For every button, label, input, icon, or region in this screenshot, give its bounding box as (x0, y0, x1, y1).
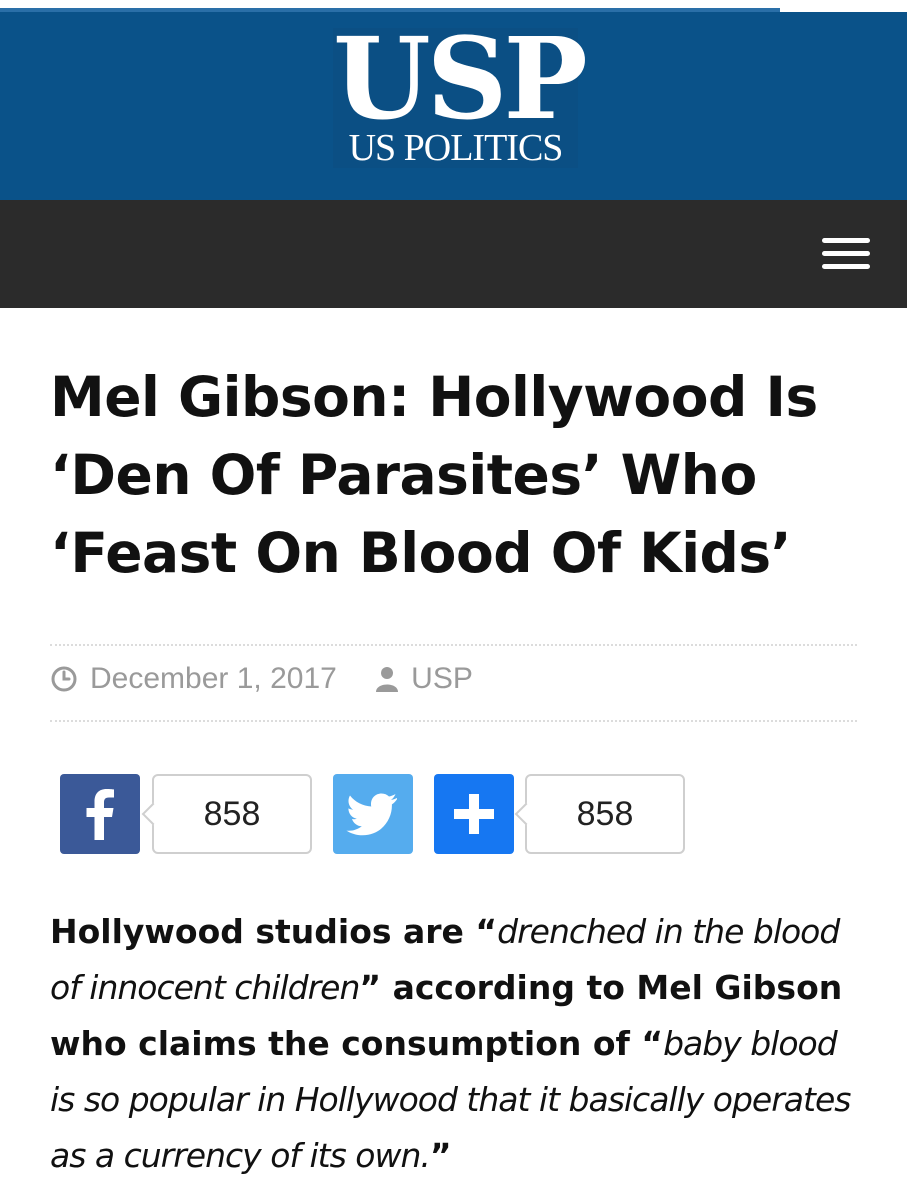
article-date: December 1, 2017 (50, 662, 337, 696)
clock-icon (51, 666, 77, 692)
lead-text-3: ” (429, 1136, 452, 1175)
site-logo[interactable]: USP US POLITICS (333, 20, 588, 169)
lead-text-1: Hollywood studios are “ (50, 912, 498, 951)
article-lead-paragraph: Hollywood studios are “drenched in the b… (50, 904, 870, 1184)
logo-us-politics-text: US POLITICS (348, 127, 564, 169)
meta-divider-bottom (50, 720, 857, 722)
hamburger-menu-icon[interactable] (822, 238, 870, 270)
user-icon (376, 667, 399, 692)
facebook-share-count: 858 (152, 774, 312, 854)
article-meta: December 1, 2017 USP (50, 662, 503, 706)
top-progress-strip (0, 0, 907, 12)
addthis-share-count: 858 (525, 774, 685, 854)
share-bar: 858 858 (0, 774, 907, 854)
facebook-share-button[interactable] (60, 774, 140, 854)
article-author[interactable]: USP (375, 662, 473, 696)
addthis-share-button[interactable] (434, 774, 514, 854)
logo-usp-text: USP (333, 14, 588, 145)
plus-icon (454, 794, 494, 834)
facebook-icon (86, 789, 114, 840)
twitter-icon (346, 793, 397, 836)
meta-divider-top (50, 644, 857, 646)
date-text: December 1, 2017 (90, 662, 337, 695)
author-text: USP (411, 662, 473, 695)
twitter-share-button[interactable] (333, 774, 413, 854)
site-header: USP US POLITICS (0, 12, 907, 200)
article-title: Mel Gibson: Hollywood Is ‘Den Of Parasit… (50, 365, 818, 585)
main-navbar (0, 200, 907, 308)
